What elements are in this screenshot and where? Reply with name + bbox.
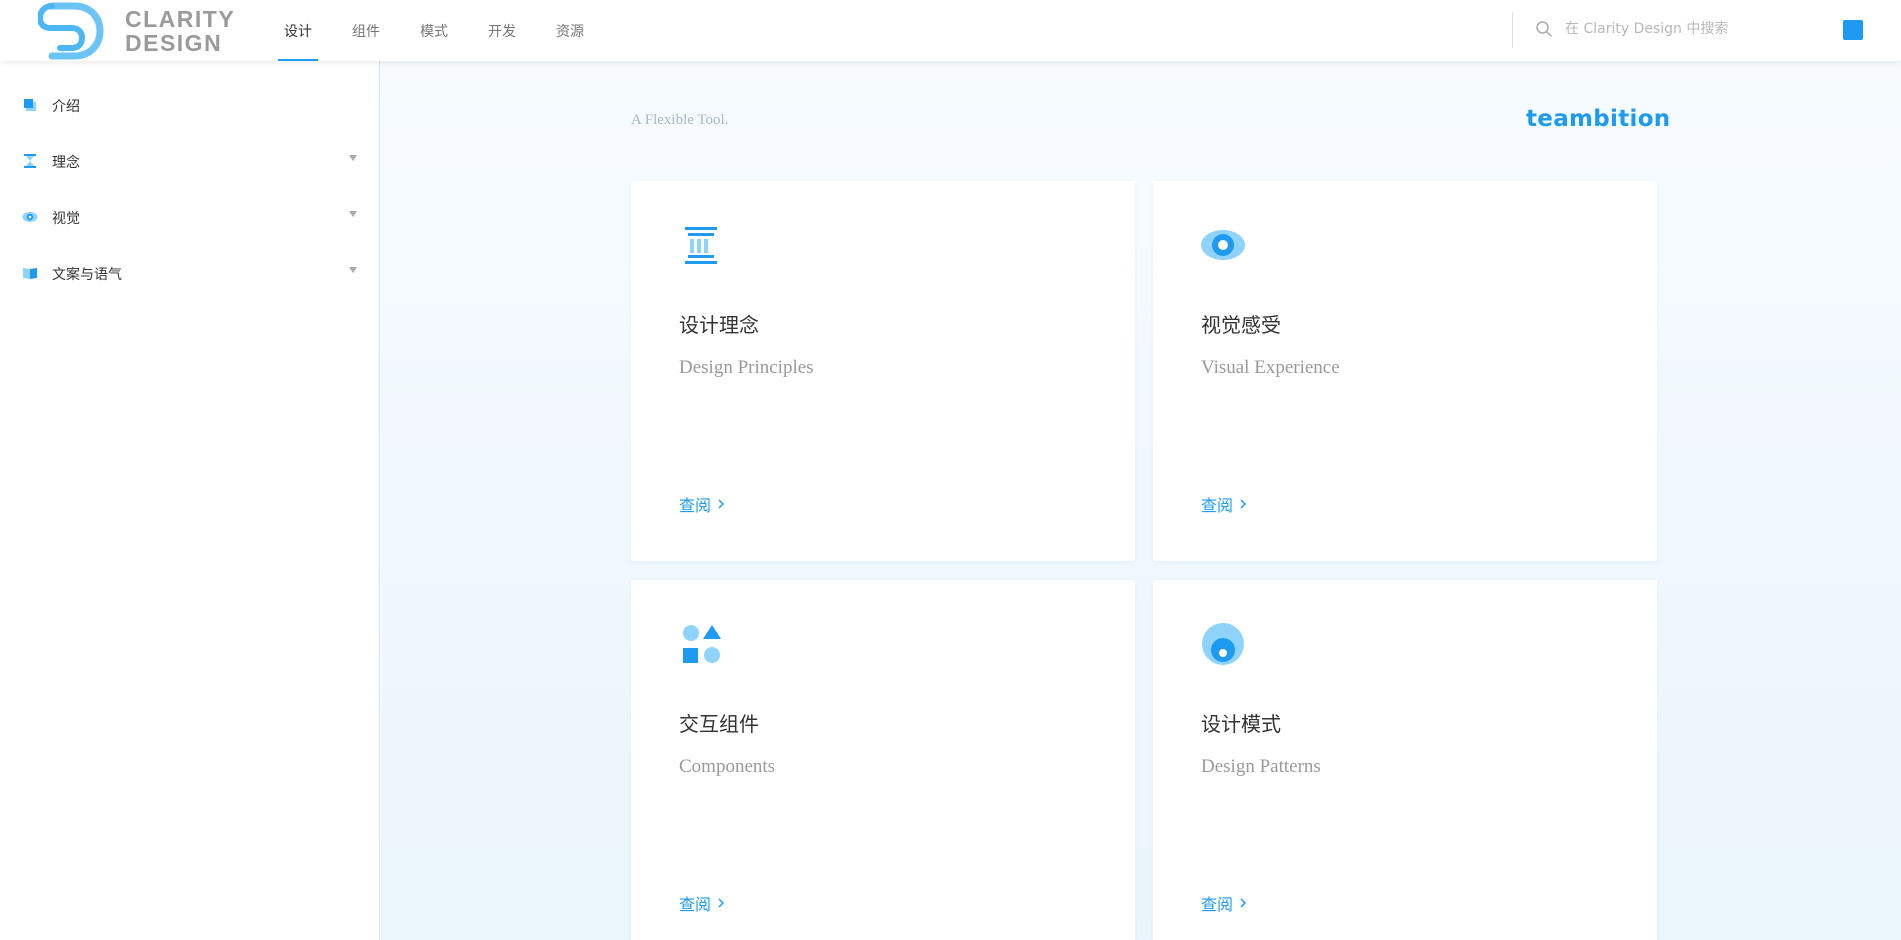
chevron-down-icon[interactable] — [349, 211, 357, 217]
chevron-down-icon[interactable] — [349, 267, 357, 273]
circle-pattern-icon — [1202, 623, 1244, 665]
chevron-right-icon — [1240, 499, 1247, 509]
nav-resources[interactable]: 资源 — [556, 0, 584, 61]
nav-patterns[interactable]: 模式 — [420, 0, 448, 61]
sidebar-item-label: 文案与语气 — [52, 267, 122, 283]
logo-line2: DESIGN — [125, 30, 223, 56]
view-link-label: 查阅 — [1201, 895, 1234, 914]
tagline: A Flexible Tool. — [631, 112, 729, 128]
view-link[interactable]: 查阅 — [679, 891, 725, 915]
sidebar: 介绍 理念 视觉 文案与语气 — [0, 61, 380, 940]
card-subtitle: Design Patterns — [1201, 756, 1321, 777]
intro-icon — [24, 99, 36, 111]
sidebar-item-label: 视觉 — [52, 211, 80, 227]
card-subtitle: Visual Experience — [1201, 357, 1340, 378]
eye-icon — [1201, 230, 1245, 260]
sidebar-item-principles[interactable]: 理念 — [0, 141, 379, 181]
chevron-down-icon[interactable] — [349, 155, 357, 161]
main-nav: 设计 组件 模式 开发 资源 — [278, 0, 624, 61]
view-link[interactable]: 查阅 — [679, 492, 725, 516]
sidebar-item-intro[interactable]: 介绍 — [0, 85, 379, 125]
logo-mark-icon — [38, 2, 104, 60]
logo-line1: CLARITY — [125, 6, 236, 32]
search-input[interactable] — [1565, 18, 1765, 40]
card-design-patterns: 设计模式 Design Patterns 查阅 — [1153, 580, 1657, 940]
sidebar-item-label: 介绍 — [52, 99, 80, 115]
top-header: CLARITY DESIGN 设计 组件 模式 开发 资源 — [0, 0, 1901, 61]
search-icon[interactable] — [1535, 20, 1553, 38]
brand-logo: teambition — [1526, 106, 1671, 132]
card-title: 交互组件 — [679, 712, 759, 736]
logo[interactable]: CLARITY DESIGN — [38, 0, 238, 60]
card-visual-experience: 视觉感受 Visual Experience 查阅 — [1153, 181, 1657, 561]
sidebar-item-visual[interactable]: 视觉 — [0, 197, 379, 237]
view-link-label: 查阅 — [679, 496, 712, 515]
sidebar-item-copywriting[interactable]: 文案与语气 — [0, 253, 379, 293]
view-link[interactable]: 查阅 — [1201, 492, 1247, 516]
nav-components[interactable]: 组件 — [352, 0, 380, 61]
chevron-right-icon — [718, 499, 725, 509]
sidebar-item-label: 理念 — [52, 155, 80, 171]
logo-text: CLARITY DESIGN — [125, 7, 235, 55]
card-components: 交互组件 Components 查阅 — [631, 580, 1135, 940]
card-title: 设计模式 — [1201, 712, 1281, 736]
main-content: A Flexible Tool. teambition 设计理念 Design … — [381, 61, 1901, 940]
card-subtitle: Design Principles — [679, 357, 814, 378]
header-divider — [1512, 12, 1513, 48]
search-box — [1535, 18, 1775, 42]
card-title: 设计理念 — [679, 313, 759, 337]
nav-develop[interactable]: 开发 — [488, 0, 516, 61]
card-design-principles: 设计理念 Design Principles 查阅 — [631, 181, 1135, 561]
card-title: 视觉感受 — [1201, 313, 1281, 337]
pillar-icon — [685, 227, 717, 264]
nav-design[interactable]: 设计 — [278, 0, 318, 61]
chevron-right-icon — [1240, 898, 1247, 908]
user-avatar[interactable] — [1843, 20, 1863, 40]
card-subtitle: Components — [679, 756, 776, 777]
book-icon — [23, 268, 37, 279]
hourglass-icon — [24, 154, 36, 168]
chevron-right-icon — [718, 898, 725, 908]
view-link-label: 查阅 — [1201, 496, 1234, 515]
eye-icon — [22, 212, 38, 222]
view-link-label: 查阅 — [679, 895, 712, 914]
shapes-icon — [683, 625, 721, 663]
view-link[interactable]: 查阅 — [1201, 891, 1247, 915]
